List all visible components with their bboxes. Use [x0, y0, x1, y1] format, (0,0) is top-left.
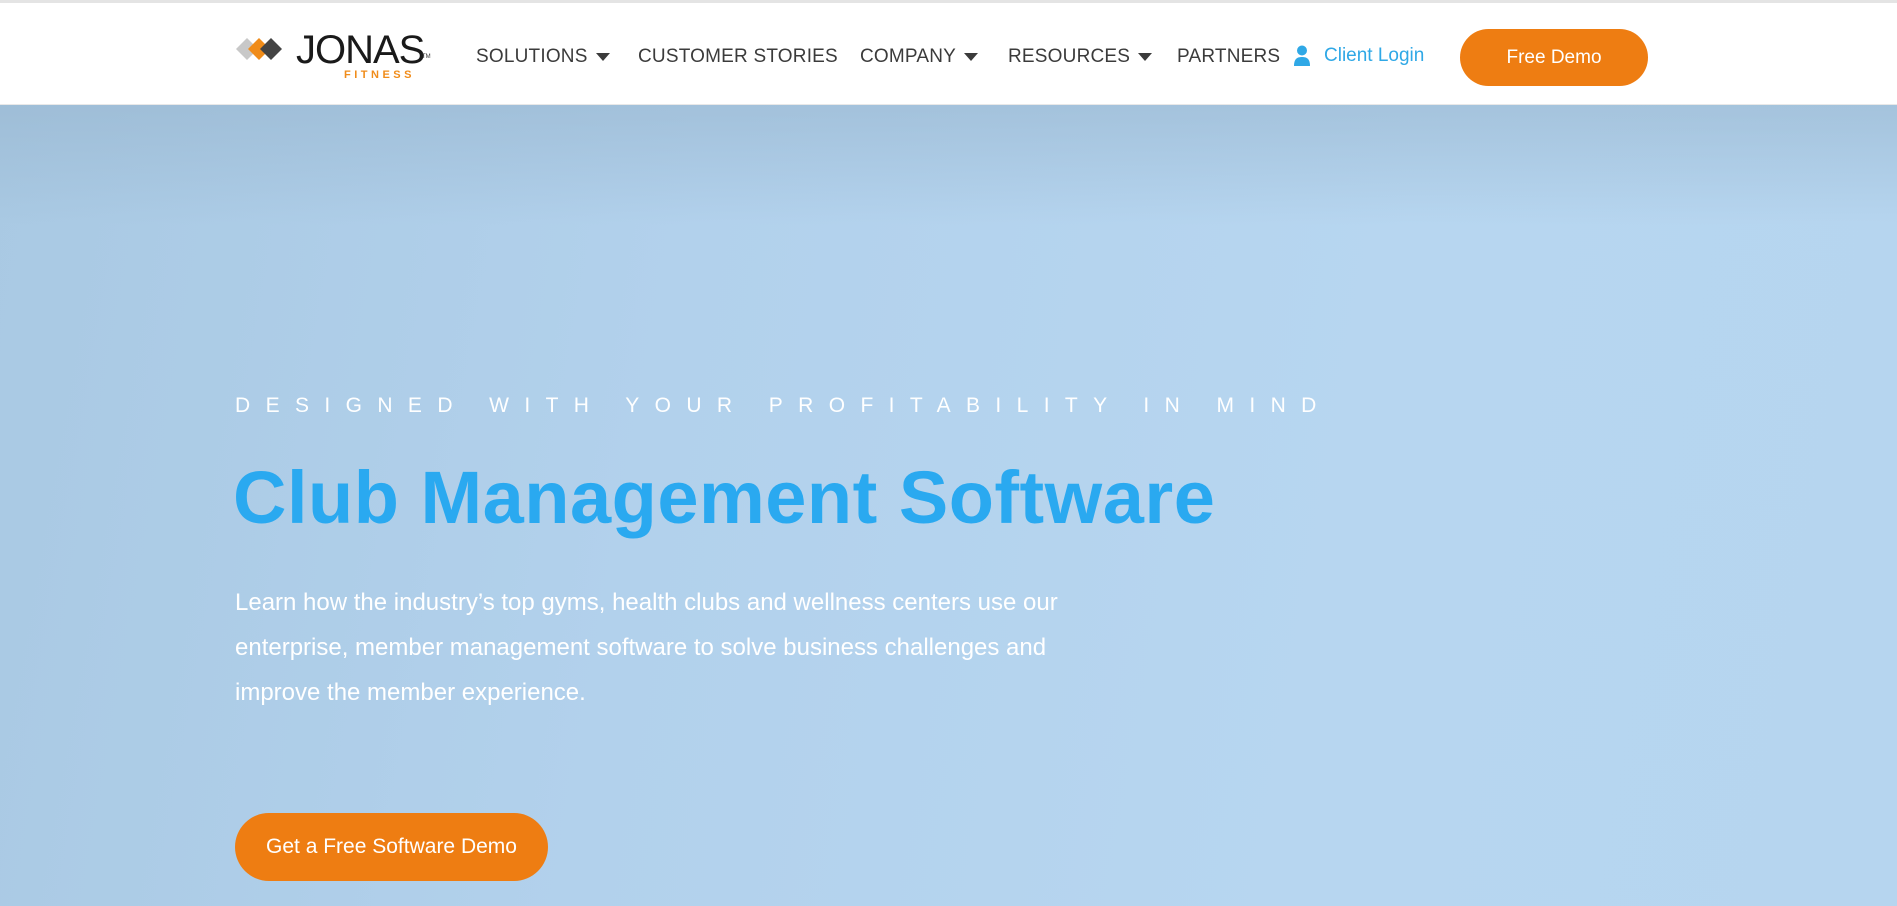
nav-item-label: COMPANY	[860, 46, 957, 67]
hero-section: DESIGNED WITH YOUR PROFITABILITY IN MIND…	[0, 105, 1897, 906]
get-free-software-demo-button[interactable]: Get a Free Software Demo	[235, 813, 548, 881]
nav-item-label: SOLUTIONS	[476, 46, 588, 67]
client-login-link[interactable]: Client Login	[1294, 45, 1424, 67]
nav-item-label: CUSTOMER STORIES	[638, 46, 838, 67]
free-demo-button[interactable]: Free Demo	[1460, 29, 1648, 86]
nav-item-customer-stories[interactable]: CUSTOMER STORIES	[638, 46, 838, 68]
nav-item-company[interactable]: COMPANY	[860, 46, 979, 68]
nav-item-resources[interactable]: RESOURCES	[1008, 46, 1153, 68]
client-login-label: Client Login	[1324, 45, 1425, 66]
nav-item-partners[interactable]: PARTNERS	[1177, 46, 1280, 68]
caret-down-icon	[964, 53, 979, 61]
jonas-fitness-logo[interactable]: JONAS TM FITNESS	[234, 28, 431, 84]
hero-eyebrow: DESIGNED WITH YOUR PROFITABILITY IN MIND	[235, 394, 1332, 417]
hero-title: Club Management Software	[233, 456, 1216, 539]
nav-item-label: RESOURCES	[1008, 46, 1131, 67]
logo-diamonds-icon	[236, 38, 282, 60]
nav-item-label: PARTNERS	[1177, 46, 1281, 67]
user-icon	[1294, 45, 1310, 66]
caret-down-icon	[1138, 53, 1153, 61]
caret-down-icon	[595, 53, 610, 61]
logo-wordmark: JONAS	[296, 28, 425, 72]
hero-description: Learn how the industry’s top gyms, healt…	[235, 589, 1058, 706]
nav-item-solutions[interactable]: SOLUTIONS	[476, 46, 610, 68]
logo-subtitle: FITNESS	[344, 69, 415, 81]
hero-top-shadow	[0, 105, 1897, 225]
site-header: JONAS TM FITNESS SOLUTIONS CUSTOMER STOR…	[0, 3, 1897, 105]
logo-trademark: TM	[422, 54, 431, 60]
